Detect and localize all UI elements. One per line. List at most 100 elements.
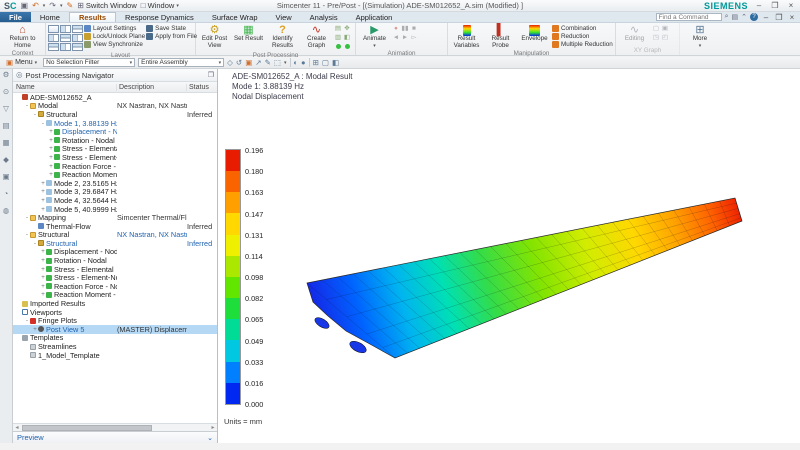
layout-two-v-icon[interactable]	[60, 25, 71, 33]
collapse-ribbon-icon[interactable]: ⌃	[741, 13, 747, 21]
layout-six-icon[interactable]	[48, 43, 59, 51]
tree-row-reaction-force-[interactable]: +Reaction Force - ...	[13, 162, 217, 171]
full-screen-icon[interactable]: ◧	[332, 58, 339, 67]
combination-button[interactable]: Combination	[552, 25, 613, 32]
window-cascade-icon[interactable]: ▢	[322, 58, 329, 67]
search-icon[interactable]: ⌕	[725, 13, 729, 21]
window-tile-icon[interactable]: ⊞	[313, 58, 319, 67]
reset-orientation-icon[interactable]: ↺	[236, 58, 242, 67]
lock-unlock-plane-button[interactable]: Lock/Unlock Plane	[84, 33, 145, 40]
tree-row-1-model-template[interactable]: 1_Model_Template	[13, 351, 217, 360]
envelope-button[interactable]: Envelope	[518, 24, 551, 43]
tree-row-thermal-flow[interactable]: Thermal-FlowInferred	[13, 222, 217, 231]
step-back-icon[interactable]: ◄	[392, 34, 400, 42]
filter-navigator-icon[interactable]: ▽	[3, 105, 9, 113]
play-icon[interactable]: ►	[401, 34, 409, 42]
save-state-button[interactable]: Save State	[146, 25, 197, 32]
highlight-icon[interactable]: ▣	[245, 58, 252, 67]
tree-row-imported-results[interactable]: Imported Results	[13, 299, 217, 308]
tree-row-rotation-nodal[interactable]: +Rotation - Nodal	[13, 136, 217, 145]
selection-scope-dropdown[interactable]: Entire Assembly▾	[138, 58, 224, 67]
result-variables-button[interactable]: Result Variables	[450, 24, 483, 49]
tree-row-reaction-momen-[interactable]: +Reaction Momen...	[13, 170, 217, 179]
tree-row-mode-1-3-88139-hz[interactable]: -Mode 1, 3.88139 Hz	[13, 119, 217, 128]
layout-six-b-icon[interactable]	[60, 43, 71, 51]
tree-row-viewports[interactable]: Viewports	[13, 308, 217, 317]
stop-icon[interactable]: ■	[410, 25, 418, 33]
reuse-library-icon[interactable]: ▣	[2, 173, 9, 181]
tree-row-modal[interactable]: -ModalNX Nastran, NX Nastran - Structura…	[13, 102, 217, 111]
restore-button[interactable]: ❐	[770, 1, 780, 10]
tree-row-stress-elemental[interactable]: +Stress - Elemental	[13, 145, 217, 154]
post-navigator-icon[interactable]: ▦	[2, 139, 9, 147]
tree-row-ade-sm012652-a[interactable]: ADE-SM012652_A	[13, 93, 217, 102]
tree-row-structural[interactable]: -StructuralInferred	[13, 110, 217, 119]
doc-restore-button[interactable]: ❐	[774, 13, 784, 22]
internet-icon[interactable]: ◍	[3, 207, 10, 215]
tree-row-mode-2-23-5165-hz[interactable]: +Mode 2, 23.5165 Hz	[13, 179, 217, 188]
simulation-navigator-icon[interactable]: ▤	[2, 122, 9, 130]
xy-tool-icon-1[interactable]: ▢	[652, 25, 660, 33]
scroll-left-icon[interactable]: ◂	[13, 424, 21, 431]
tree-row-reaction-force-no-[interactable]: +Reaction Force - No...	[13, 282, 217, 291]
doc-minimize-button[interactable]: –	[761, 13, 771, 22]
tree-row-mapping[interactable]: -MappingSimcenter Thermal/Flow, Simcent.…	[13, 213, 217, 222]
fit-view-icon[interactable]: ⊙	[3, 88, 9, 96]
rectangle-select-icon[interactable]: ⬚	[274, 58, 281, 67]
column-description[interactable]: Description	[117, 84, 187, 91]
tab-response-dynamics[interactable]: Response Dynamics	[116, 12, 203, 22]
create-graph-button[interactable]: ∿Create Graph	[300, 24, 333, 49]
undo-icon[interactable]: ↶	[32, 1, 39, 10]
redo-caret-icon[interactable]: ▾	[60, 3, 63, 9]
column-name[interactable]: Name	[13, 84, 117, 91]
layout-four-icon[interactable]	[72, 34, 83, 42]
tree-row-templates[interactable]: Templates	[13, 334, 217, 343]
tree-row-structural[interactable]: -StructuralInferred	[13, 239, 217, 248]
xy-tool-icon-3[interactable]: ◳	[652, 34, 660, 42]
tree-row-fringe-plots[interactable]: -Fringe Plots	[13, 316, 217, 325]
xy-tool-icon-4[interactable]: ◰	[661, 34, 669, 42]
tree-row-structural[interactable]: -StructuralNX Nastran, NX Nastran - Stru…	[13, 231, 217, 240]
post-tool-icon-3[interactable]: ▥	[334, 34, 342, 42]
scroll-right-icon[interactable]: ▸	[209, 424, 217, 431]
window-menu-button[interactable]: □Window▾	[141, 1, 179, 10]
tree-row-rotation-nodal[interactable]: +Rotation - Nodal	[13, 256, 217, 265]
layout-three-b-icon[interactable]	[60, 34, 71, 42]
layout-single-icon[interactable]	[48, 25, 59, 33]
snap-point-icon[interactable]: ◇	[227, 58, 233, 67]
tree-row-displacement-nodal[interactable]: +Displacement - Nodal	[13, 248, 217, 257]
multiple-reduction-button[interactable]: Multiple Reduction	[552, 41, 613, 48]
layout-two-h-icon[interactable]	[72, 25, 83, 33]
ribbon-options-icon[interactable]: ▤	[732, 13, 739, 21]
navigator-horizontal-scrollbar[interactable]: ◂ ▸	[13, 423, 217, 431]
scrollbar-thumb[interactable]	[22, 425, 152, 431]
reduction-button[interactable]: Reduction	[552, 33, 613, 40]
tab-view[interactable]: View	[267, 12, 301, 22]
layout-settings-button[interactable]: Layout Settings	[84, 25, 145, 32]
tree-row-stress-element-[interactable]: +Stress - Element-...	[13, 153, 217, 162]
layout-nine-icon[interactable]	[72, 43, 83, 51]
record-icon[interactable]: ●	[392, 25, 400, 33]
tab-surface-wrap[interactable]: Surface Wrap	[203, 12, 267, 22]
tab-home[interactable]: Home	[31, 12, 69, 22]
save-icon[interactable]: ▣	[21, 1, 29, 10]
solver-icon[interactable]: ◆	[3, 156, 9, 164]
tree-row-displacement-n-[interactable]: +Displacement - N...	[13, 127, 217, 136]
step-forward-icon[interactable]: ▻	[410, 34, 418, 42]
switch-window-button[interactable]: ⊞Switch Window	[77, 1, 137, 10]
column-status[interactable]: Status	[187, 84, 217, 91]
command-search-input[interactable]	[656, 13, 722, 21]
help-icon[interactable]: ?	[750, 13, 758, 21]
graphics-viewport[interactable]: ADE-SM012652_A : Modal Result Mode 1: 3.…	[218, 69, 800, 443]
undock-panel-icon[interactable]: ❐	[208, 71, 214, 79]
preview-collapse-icon[interactable]: ⌄	[207, 434, 213, 442]
animate-button[interactable]: ▶Animate▾	[358, 24, 391, 49]
apply-from-file-button[interactable]: Apply from File	[146, 33, 197, 40]
tree-row-post-view-5[interactable]: +Post View 5(MASTER) Displacement - Noda…	[13, 325, 217, 334]
minimize-button[interactable]: –	[754, 1, 764, 10]
roles-icon[interactable]: ⚙	[3, 71, 10, 79]
tree-row-mode-3-29-6847-hz[interactable]: +Mode 3, 29.6847 Hz	[13, 188, 217, 197]
edit-post-view-button[interactable]: ⚙Edit Post View	[198, 24, 231, 49]
close-button[interactable]: ×	[786, 1, 796, 10]
preview-section[interactable]: Preview ⌄	[13, 431, 217, 443]
